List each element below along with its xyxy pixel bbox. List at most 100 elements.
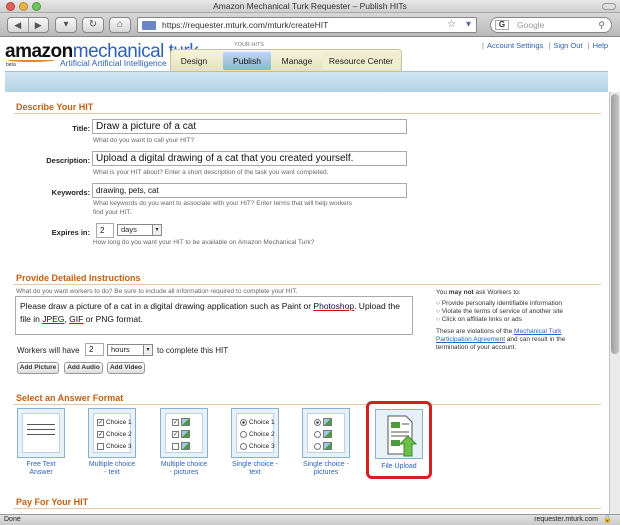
restriction-item: ○ Click on affiliate links or ads xyxy=(436,316,522,323)
status-host: requester.mturk.com xyxy=(534,516,598,523)
format-multiple-choice-pictures[interactable]: ✓ ✓ xyxy=(160,408,208,458)
sign-out-link[interactable]: Sign Out xyxy=(553,41,582,50)
sep: | xyxy=(482,41,484,50)
description-help: What is your HIT about? Enter a short de… xyxy=(93,169,329,176)
your-hits-label: YOUR HITS xyxy=(234,42,264,48)
tab-design[interactable]: Design xyxy=(172,52,216,70)
url-text: https://requester.mturk.com/mturk/create… xyxy=(162,20,329,30)
instr-spell-gif: GIF xyxy=(69,314,84,324)
expires-input[interactable]: 2 xyxy=(96,223,114,238)
toolbar-toggle-button[interactable] xyxy=(602,3,616,10)
workers-time-input[interactable]: 2 xyxy=(85,343,104,356)
picture-icon xyxy=(181,430,190,439)
instr-text-5: or PNG format. xyxy=(83,314,143,324)
instr-spell-photoshop: Photoshop xyxy=(313,301,355,311)
sc-pictures-label[interactable]: Single choice - pictures xyxy=(290,461,362,477)
mc-choice-3: Choice 3 xyxy=(106,443,132,450)
sc-text-preview: Choice 1 Choice 2 Choice 3 xyxy=(236,413,275,453)
divider xyxy=(14,508,601,509)
instructions-textarea[interactable]: Please draw a picture of a cat in a digi… xyxy=(15,296,413,335)
reload-icon[interactable]: ↻ xyxy=(82,17,104,33)
instructions-prompt: What do you want workers to do? Be sure … xyxy=(16,288,298,295)
forward-icon[interactable]: ▶ xyxy=(29,18,49,32)
chevron-down-icon: ▾ xyxy=(143,345,152,355)
magnifier-icon[interactable]: ⚲ xyxy=(598,18,605,32)
google-icon[interactable]: G xyxy=(495,20,509,30)
beta-label: beta xyxy=(6,62,16,68)
picture-icon xyxy=(323,442,332,451)
mc-choice-2: Choice 2 xyxy=(106,431,132,438)
mc-choice: ✓ Choice 1 xyxy=(97,417,132,429)
file-upload-label[interactable]: File Upload xyxy=(369,463,429,470)
participation-link-1[interactable]: Mechanical Turk xyxy=(514,328,561,335)
mc-pictures-label[interactable]: Multiple choice - pictures xyxy=(148,461,220,477)
sc-pic xyxy=(314,441,344,453)
mc-text-label[interactable]: Multiple choice - text xyxy=(76,461,148,477)
participation-link-2[interactable]: Participation Agreement xyxy=(436,336,505,343)
format-single-choice-text[interactable]: Choice 1 Choice 2 Choice 3 xyxy=(231,408,279,458)
search-placeholder: Google xyxy=(517,20,545,30)
status-bar: Done requester.mturk.com 🔒 xyxy=(0,514,620,525)
format-multiple-choice-text[interactable]: ✓ Choice 1 ✓ Choice 2 Choice 3 xyxy=(88,408,136,458)
expires-unit-value: days xyxy=(121,225,137,234)
add-picture-button[interactable]: Add Picture xyxy=(17,362,59,374)
sc-text-label[interactable]: Single choice - text xyxy=(219,461,291,477)
pay-heading: Pay For Your HIT xyxy=(16,497,89,507)
note-2: and can result in the xyxy=(505,336,566,343)
instr-text-3: file in xyxy=(20,314,43,324)
picture-icon xyxy=(181,442,190,451)
restriction-item-1: Provide personally identifiable informat… xyxy=(441,300,563,307)
bookmark-star-icon[interactable]: ☆ xyxy=(447,18,456,32)
help-link[interactable]: Help xyxy=(593,41,608,50)
sc-pic xyxy=(314,417,344,429)
go-icon[interactable]: ▾ xyxy=(466,18,471,32)
fmt-l1: Single choice - xyxy=(303,461,349,468)
radio-icon xyxy=(240,442,247,450)
account-settings-link[interactable]: Account Settings xyxy=(487,41,543,50)
browser-toolbar: ◀ ▶ ▾ ↻ ⌂ https://requester.mturk.com/mt… xyxy=(0,13,620,37)
note-3: termination of your account. xyxy=(436,344,517,351)
tab-publish[interactable]: Publish xyxy=(223,52,271,70)
format-file-upload[interactable]: File Upload xyxy=(366,401,432,479)
instr-text-1: Please draw a picture of a cat in a digi… xyxy=(20,301,314,311)
sc-choice-3: Choice 3 xyxy=(249,443,275,450)
instr-spell-jpeg: JPEG xyxy=(42,314,65,324)
radio-selected-icon xyxy=(314,418,321,426)
workers-unit-select[interactable]: hours ▾ xyxy=(107,344,153,356)
scrollbar[interactable] xyxy=(609,92,620,514)
search-input[interactable]: G Google ⚲ xyxy=(490,17,612,33)
site-identity-icon[interactable] xyxy=(142,21,156,30)
keywords-input[interactable]: drawing, pets, cat xyxy=(92,183,407,198)
format-free-text[interactable] xyxy=(17,408,65,458)
fmt-l2: - pictures xyxy=(169,469,199,476)
format-single-choice-pictures[interactable] xyxy=(302,408,350,458)
restriction-item-2: Violate the terms of service of another … xyxy=(441,308,564,315)
r-pre: You xyxy=(436,289,449,296)
tab-manage[interactable]: Manage xyxy=(276,52,318,70)
minimize-window-button[interactable] xyxy=(19,2,28,11)
tab-resource-center[interactable]: Resource Center xyxy=(322,52,400,70)
expires-unit-select[interactable]: days ▾ xyxy=(117,224,162,236)
title-input[interactable]: Draw a picture of a cat xyxy=(92,119,407,134)
add-video-button[interactable]: Add Video xyxy=(107,362,145,374)
description-input[interactable]: Upload a digital drawing of a cat that y… xyxy=(92,151,407,166)
sc-choice-1: Choice 1 xyxy=(249,419,275,426)
restriction-item: ○ Violate the terms of service of anothe… xyxy=(436,308,564,315)
scrollbar-thumb[interactable] xyxy=(611,94,619,354)
dropdown-icon[interactable]: ▾ xyxy=(55,17,77,33)
title-label: Title: xyxy=(72,124,90,133)
free-text-label[interactable]: Free Text Answer xyxy=(5,461,77,477)
divider xyxy=(14,284,601,285)
sc-pictures-preview xyxy=(307,413,345,453)
home-icon[interactable]: ⌂ xyxy=(109,17,131,33)
add-audio-button[interactable]: Add Audio xyxy=(64,362,103,374)
back-icon[interactable]: ◀ xyxy=(8,18,29,32)
url-bar[interactable]: https://requester.mturk.com/mturk/create… xyxy=(137,17,477,33)
checkbox-checked-icon: ✓ xyxy=(172,418,179,426)
mc-pic: ✓ xyxy=(172,417,202,429)
zoom-window-button[interactable] xyxy=(32,2,41,11)
workers-pre: Workers will have xyxy=(17,346,80,355)
close-window-button[interactable] xyxy=(6,2,15,11)
fmt-l1: Multiple choice xyxy=(160,461,208,468)
chevron-down-icon: ▾ xyxy=(152,225,161,235)
